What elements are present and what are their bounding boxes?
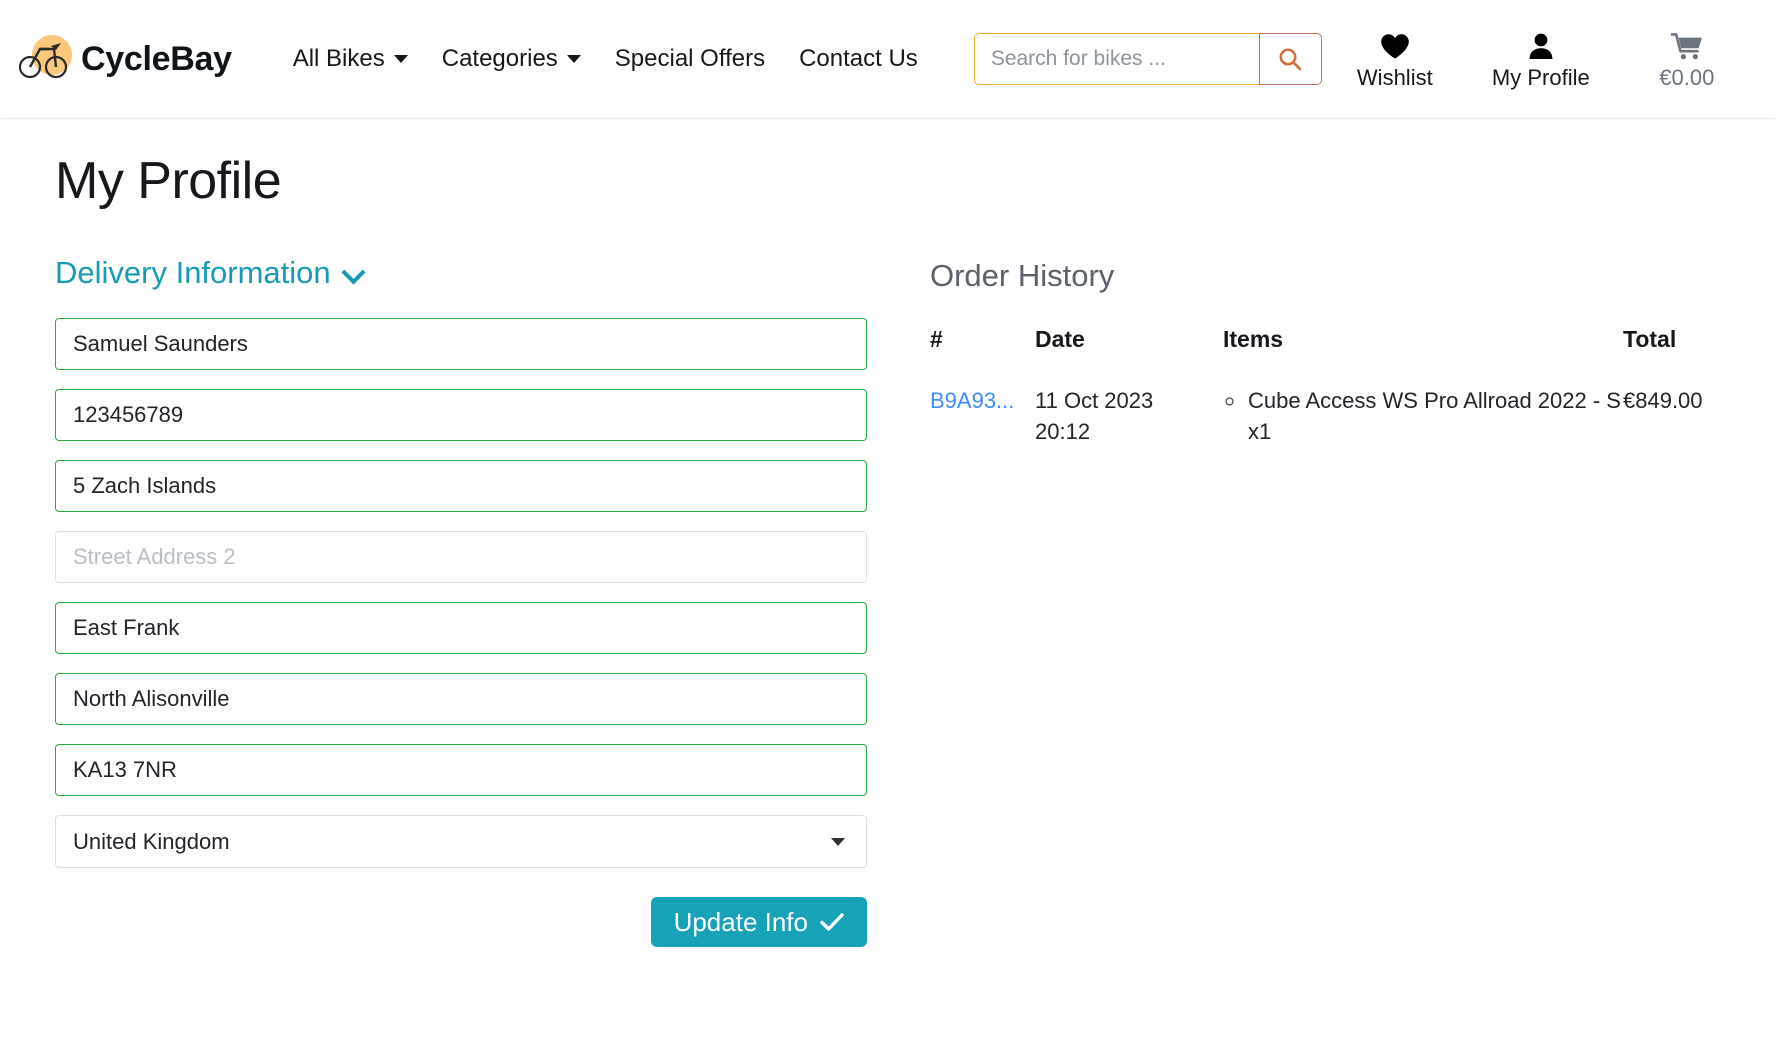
order-item-list: Cube Access WS Pro Allroad 2022 - S x1 <box>1223 386 1623 448</box>
search-button[interactable] <box>1258 33 1322 85</box>
field-full-name[interactable]: Samuel Saunders <box>55 318 867 370</box>
field-phone-number-value: 123456789 <box>73 402 184 427</box>
search-icon <box>1279 48 1302 71</box>
nav-item-all-bikes[interactable]: All Bikes <box>276 45 425 73</box>
delivery-information-label: Delivery Information <box>55 255 331 290</box>
update-info-label: Update Info <box>673 907 808 937</box>
chevron-down-icon <box>344 264 363 283</box>
check-icon <box>820 913 844 931</box>
cart-icon <box>1670 31 1703 61</box>
field-street-address-1[interactable]: 5 Zach Islands <box>55 460 867 512</box>
search-input[interactable] <box>973 33 1259 85</box>
order-history-title: Order History <box>930 258 1115 293</box>
cart-link[interactable]: €0.00 <box>1614 27 1760 91</box>
user-icon <box>1528 31 1554 61</box>
chevron-down-icon <box>393 55 408 63</box>
delivery-information-panel: Delivery Information Samuel Saunders 123… <box>22 255 877 947</box>
primary-nav: All Bikes Categories Special Offers Cont… <box>276 45 935 73</box>
nav-label-special-offers: Special Offers <box>614 45 766 72</box>
list-item: Cube Access WS Pro Allroad 2022 - S x1 <box>1246 386 1623 448</box>
brand-logo-link[interactable]: CycleBay <box>18 33 232 85</box>
nav-label-contact-us: Contact Us <box>799 45 918 72</box>
order-history-panel: Order History # Date Items Total B9A93..… <box>877 255 1754 448</box>
order-date-time: 20:12 <box>1035 418 1091 444</box>
order-history-table: # Date Items Total B9A93... 11 Oct 2023 … <box>930 326 1744 448</box>
heart-icon <box>1380 31 1410 61</box>
update-info-button[interactable]: Update Info <box>650 897 867 947</box>
table-header-row: # Date Items Total <box>930 326 1744 386</box>
my-profile-label: My Profile <box>1491 65 1590 90</box>
order-total-cell: €849.00 <box>1623 388 1703 413</box>
wishlist-label: Wishlist <box>1356 65 1433 90</box>
column-header-items: Items <box>1223 326 1284 352</box>
cart-total-label: €0.00 <box>1659 65 1715 90</box>
field-phone-number[interactable]: 123456789 <box>55 389 867 441</box>
country-select[interactable]: United Kingdom <box>55 815 867 868</box>
field-town-city-value: East Frank <box>73 615 180 640</box>
delivery-information-toggle[interactable]: Delivery Information <box>55 255 363 291</box>
wishlist-link[interactable]: Wishlist <box>1322 27 1468 91</box>
main-content: My Profile Delivery Information Samuel S… <box>0 119 1776 947</box>
field-county-state[interactable]: North Alisonville <box>55 673 867 725</box>
nav-item-contact-us[interactable]: Contact Us <box>782 45 935 73</box>
nav-link-special-offers[interactable]: Special Offers <box>598 45 782 73</box>
order-date-cell: 11 Oct 2023 20:12 <box>1035 386 1223 448</box>
nav-link-all-bikes[interactable]: All Bikes <box>276 45 425 73</box>
brand-name: CycleBay <box>81 39 232 78</box>
my-profile-link[interactable]: My Profile <box>1468 27 1614 91</box>
nav-label-categories: Categories <box>441 45 558 72</box>
country-select-value: United Kingdom <box>73 828 230 854</box>
column-header-date: Date <box>1035 326 1085 352</box>
field-postcode[interactable]: KA13 7NR <box>55 744 867 796</box>
order-items-cell: Cube Access WS Pro Allroad 2022 - S x1 <box>1223 386 1623 448</box>
nav-item-special-offers[interactable]: Special Offers <box>598 45 782 73</box>
order-id-cell: B9A93... <box>930 386 1035 448</box>
chevron-down-icon <box>566 55 581 63</box>
page-title: My Profile <box>55 152 282 210</box>
nav-link-contact-us[interactable]: Contact Us <box>782 45 935 73</box>
field-street-address-2-placeholder: Street Address 2 <box>73 544 236 569</box>
column-header-total: Total <box>1623 326 1677 352</box>
chevron-down-icon <box>831 837 845 846</box>
order-date-day: 11 Oct 2023 <box>1035 388 1154 413</box>
field-street-address-2[interactable]: Street Address 2 <box>55 531 867 583</box>
field-full-name-value: Samuel Saunders <box>73 331 248 356</box>
bicycle-icon <box>18 33 72 85</box>
column-header-number: # <box>930 326 943 352</box>
field-county-state-value: North Alisonville <box>73 686 230 711</box>
search-form <box>973 33 1322 85</box>
nav-item-categories[interactable]: Categories <box>425 45 598 73</box>
header-actions: Wishlist My Profile €0.00 <box>1322 27 1764 91</box>
nav-link-categories[interactable]: Categories <box>425 45 598 73</box>
order-id-link[interactable]: B9A93... <box>930 388 1014 413</box>
site-header: CycleBay All Bikes Categories Special Of… <box>0 0 1776 119</box>
field-town-city[interactable]: East Frank <box>55 602 867 654</box>
form-actions: Update Info <box>55 897 867 947</box>
nav-label-all-bikes: All Bikes <box>292 45 385 72</box>
field-street-address-1-value: 5 Zach Islands <box>73 473 217 498</box>
table-row: B9A93... 11 Oct 2023 20:12 Cube Access W… <box>930 386 1744 448</box>
field-postcode-value: KA13 7NR <box>73 757 177 782</box>
